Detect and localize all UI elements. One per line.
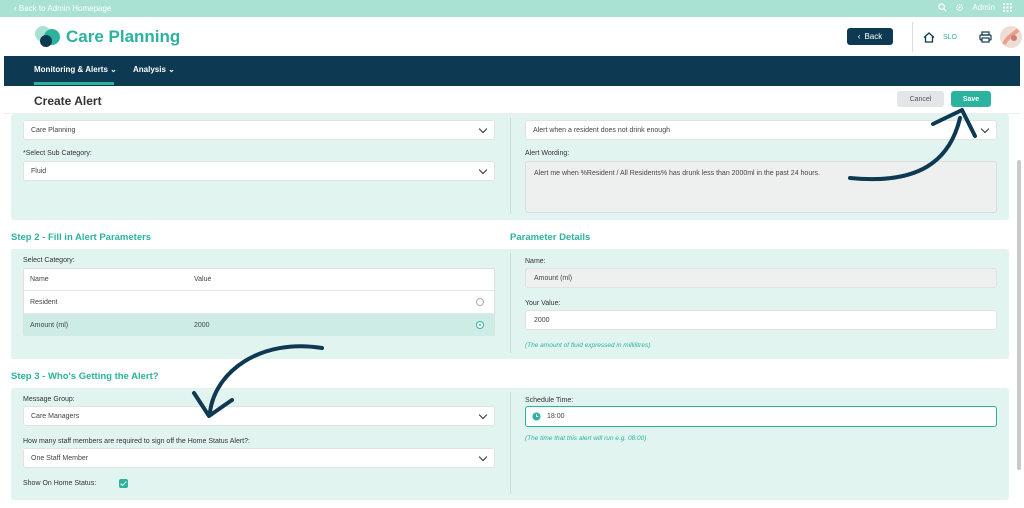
gear-icon[interactable] (955, 3, 964, 12)
select-category-label: Select Category: (23, 257, 75, 264)
message-group-label: Message Group: (23, 396, 75, 403)
chevron-down-icon: ⌄ (110, 65, 117, 74)
top-strip: ‹ Back to Admin Homepage Admin (0, 0, 1024, 17)
staff-signoff-select[interactable]: One Staff Member (23, 448, 495, 468)
main-nav: Monitoring & Alerts ⌄ Analysis ⌄ (4, 56, 1020, 86)
app-header: Care Planning ‹ Back SLO (0, 17, 1024, 56)
row-name: Amount (ml) (30, 322, 69, 329)
category-value: Care Planning (31, 126, 76, 134)
step3-divider (510, 392, 511, 494)
back-button[interactable]: ‹ Back (847, 28, 893, 45)
parameter-details-title: Parameter Details (510, 232, 591, 243)
chevron-down-icon: ⌄ (168, 65, 175, 74)
user-avatar[interactable] (1000, 26, 1023, 48)
step3-title: Step 3 - Who's Getting the Alert? (11, 371, 159, 382)
category-table: Name Value Resident Amount (ml) 2000 (23, 268, 495, 336)
message-group-select[interactable]: Care Managers (23, 406, 495, 426)
alert-type-value: Alert when a resident does not drink eno… (533, 126, 670, 134)
show-home-status-checkbox[interactable] (119, 479, 128, 488)
alert-type-select[interactable]: Alert when a resident does not drink eno… (525, 120, 997, 140)
chevron-down-icon (478, 452, 488, 462)
back-button-label: Back (864, 32, 883, 41)
your-value-hint: (The amount of fluid expressed in millil… (525, 342, 651, 349)
table-header: Name Value (24, 269, 494, 291)
step1-divider (510, 118, 511, 214)
home-icon[interactable] (923, 31, 935, 43)
save-button[interactable]: Save (951, 91, 991, 107)
step2-divider (510, 253, 511, 353)
alert-wording-textarea[interactable]: Alert me when %Resident / All Residents%… (525, 161, 997, 213)
page-titlebar: Create Alert Cancel Save (4, 86, 1020, 114)
alert-wording-label: Alert Wording: (525, 150, 570, 157)
nav-monitoring-alerts-label: Monitoring & Alerts (34, 65, 108, 74)
your-value-label: Your Value: (525, 300, 561, 307)
your-value-input[interactable]: 2000 (525, 310, 997, 330)
cancel-button[interactable]: Cancel (897, 91, 944, 107)
param-name-field: Amount (ml) (525, 268, 997, 288)
staff-signoff-value: One Staff Member (31, 454, 89, 462)
chevron-down-icon (478, 410, 488, 420)
nav-analysis-label: Analysis (133, 65, 166, 74)
page-title: Create Alert (34, 94, 102, 108)
page-scrollbar[interactable] (1017, 160, 1021, 470)
staff-signoff-label: How many staff members are required to s… (23, 438, 250, 445)
message-group-value: Care Managers (31, 412, 80, 420)
user-name[interactable]: Admin (972, 3, 995, 12)
row-value: 2000 (194, 322, 210, 329)
sub-category-label: *Select Sub Category: (23, 150, 92, 157)
chevron-left-icon: ‹ (857, 32, 861, 41)
column-header-value: Value (194, 276, 212, 283)
column-header-name: Name (30, 276, 49, 283)
row-name: Resident (30, 299, 58, 306)
show-home-status-label: Show On Home Status: (23, 480, 97, 487)
search-icon[interactable] (938, 3, 947, 12)
apps-grid-icon[interactable] (1003, 3, 1012, 12)
schedule-time-value: 18:00 (547, 413, 565, 420)
chevron-down-icon (478, 165, 488, 175)
clock-icon (532, 412, 541, 421)
table-row[interactable]: Resident (24, 291, 494, 314)
chevron-down-icon (478, 124, 488, 134)
name-label: Name: (525, 258, 546, 265)
sub-category-value: Fluid (31, 167, 47, 175)
schedule-time-label: Schedule Time: (525, 397, 574, 404)
row-radio-selected[interactable] (476, 321, 484, 329)
nav-analysis[interactable]: Analysis ⌄ (133, 65, 175, 74)
category-select[interactable]: Care Planning (23, 120, 495, 140)
row-radio[interactable] (476, 298, 484, 306)
nav-monitoring-alerts[interactable]: Monitoring & Alerts ⌄ (34, 65, 117, 74)
schedule-time-hint: (The time that this alert will run e.g. … (525, 435, 647, 442)
chevron-down-icon (980, 124, 990, 134)
print-icon[interactable] (979, 31, 992, 43)
brand-title: Care Planning (66, 27, 181, 46)
schedule-time-input[interactable]: 18:00 (525, 406, 997, 427)
back-to-admin-link[interactable]: ‹ Back to Admin Homepage (14, 4, 111, 13)
table-row-selected[interactable]: Amount (ml) 2000 (24, 314, 494, 336)
active-nav-indicator (34, 82, 114, 85)
home-slo-label[interactable]: SLO (943, 34, 957, 41)
care-planning-logo (35, 26, 60, 47)
sub-category-select[interactable]: Fluid (23, 161, 495, 181)
step2-title: Step 2 - Fill in Alert Parameters (11, 232, 152, 243)
